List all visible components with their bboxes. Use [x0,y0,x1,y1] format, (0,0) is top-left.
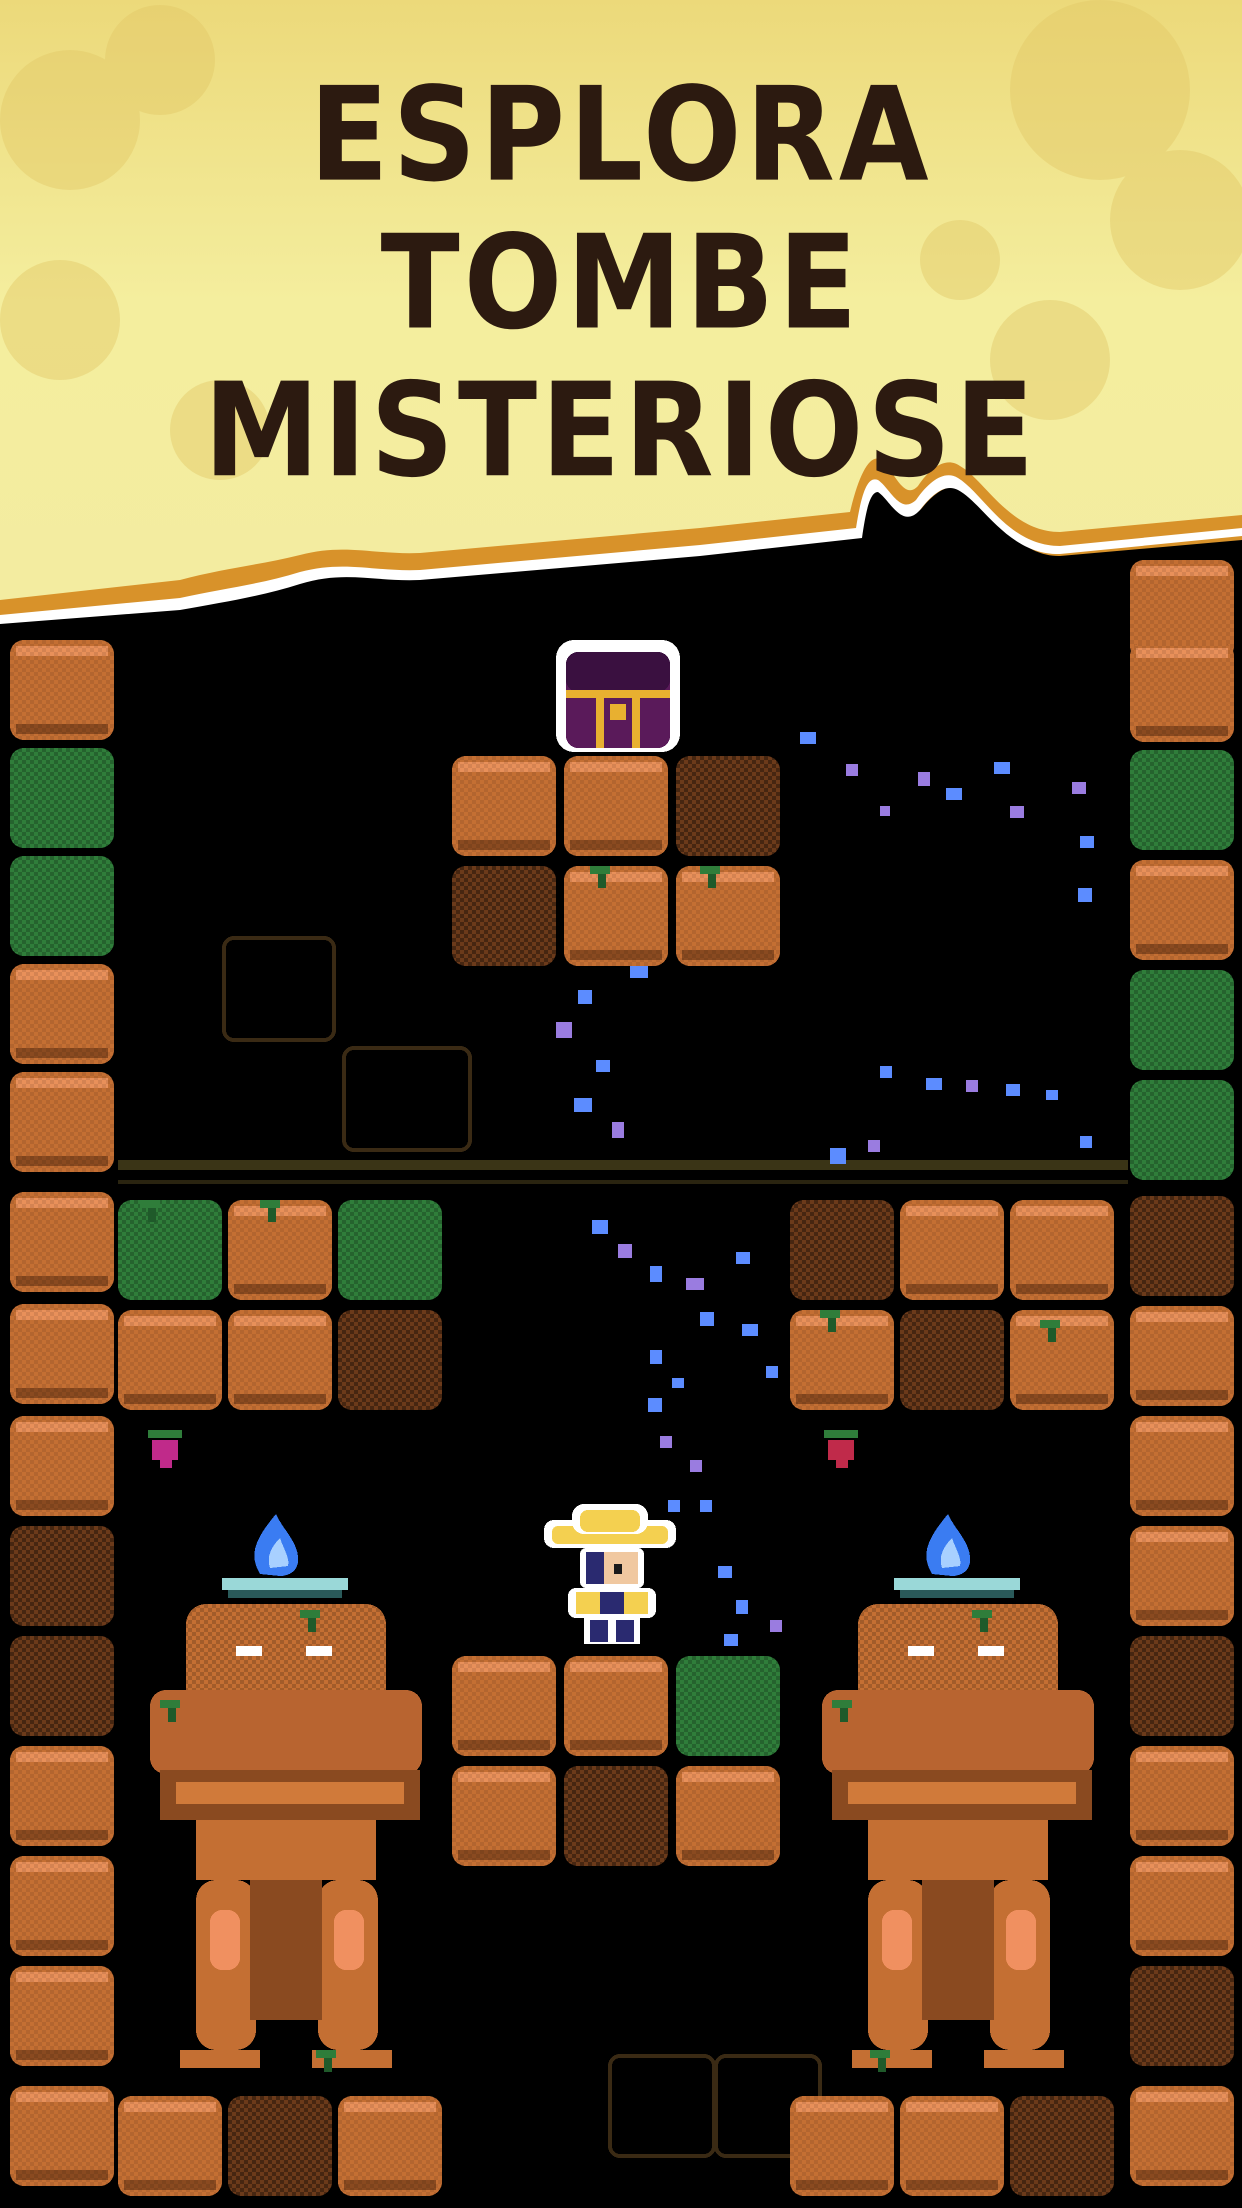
torch-left [222,1514,348,1598]
title-line-3: MISTERIOSE [203,355,1039,507]
explorer-character[interactable] [544,1504,676,1644]
page-title: ESPLORA TOMBE MISTERIOSE [0,59,1242,507]
game-screen: ESPLORA TOMBE MISTERIOSE [0,0,1242,2208]
guardian-statue-left [150,1604,422,2072]
lower-platform [452,1656,780,1866]
title-line-2: TOMBE [380,207,862,359]
berry-right [824,1430,858,1468]
treasure-chest[interactable] [556,640,680,752]
floor-tiles [118,2096,1114,2196]
right-wall [1130,560,1234,2186]
title-line-1: ESPLORA [309,59,933,211]
berry-left [148,1430,182,1468]
guardian-statue-right [822,1604,1094,2072]
upper-platform [452,756,780,966]
stone-ledge [118,1160,1128,1170]
torch-right [894,1514,1020,1598]
left-wall [10,640,114,2186]
middle-left-ledge [118,1200,442,1410]
middle-right-ledge [790,1200,1114,1410]
game-scene [10,560,1234,2196]
